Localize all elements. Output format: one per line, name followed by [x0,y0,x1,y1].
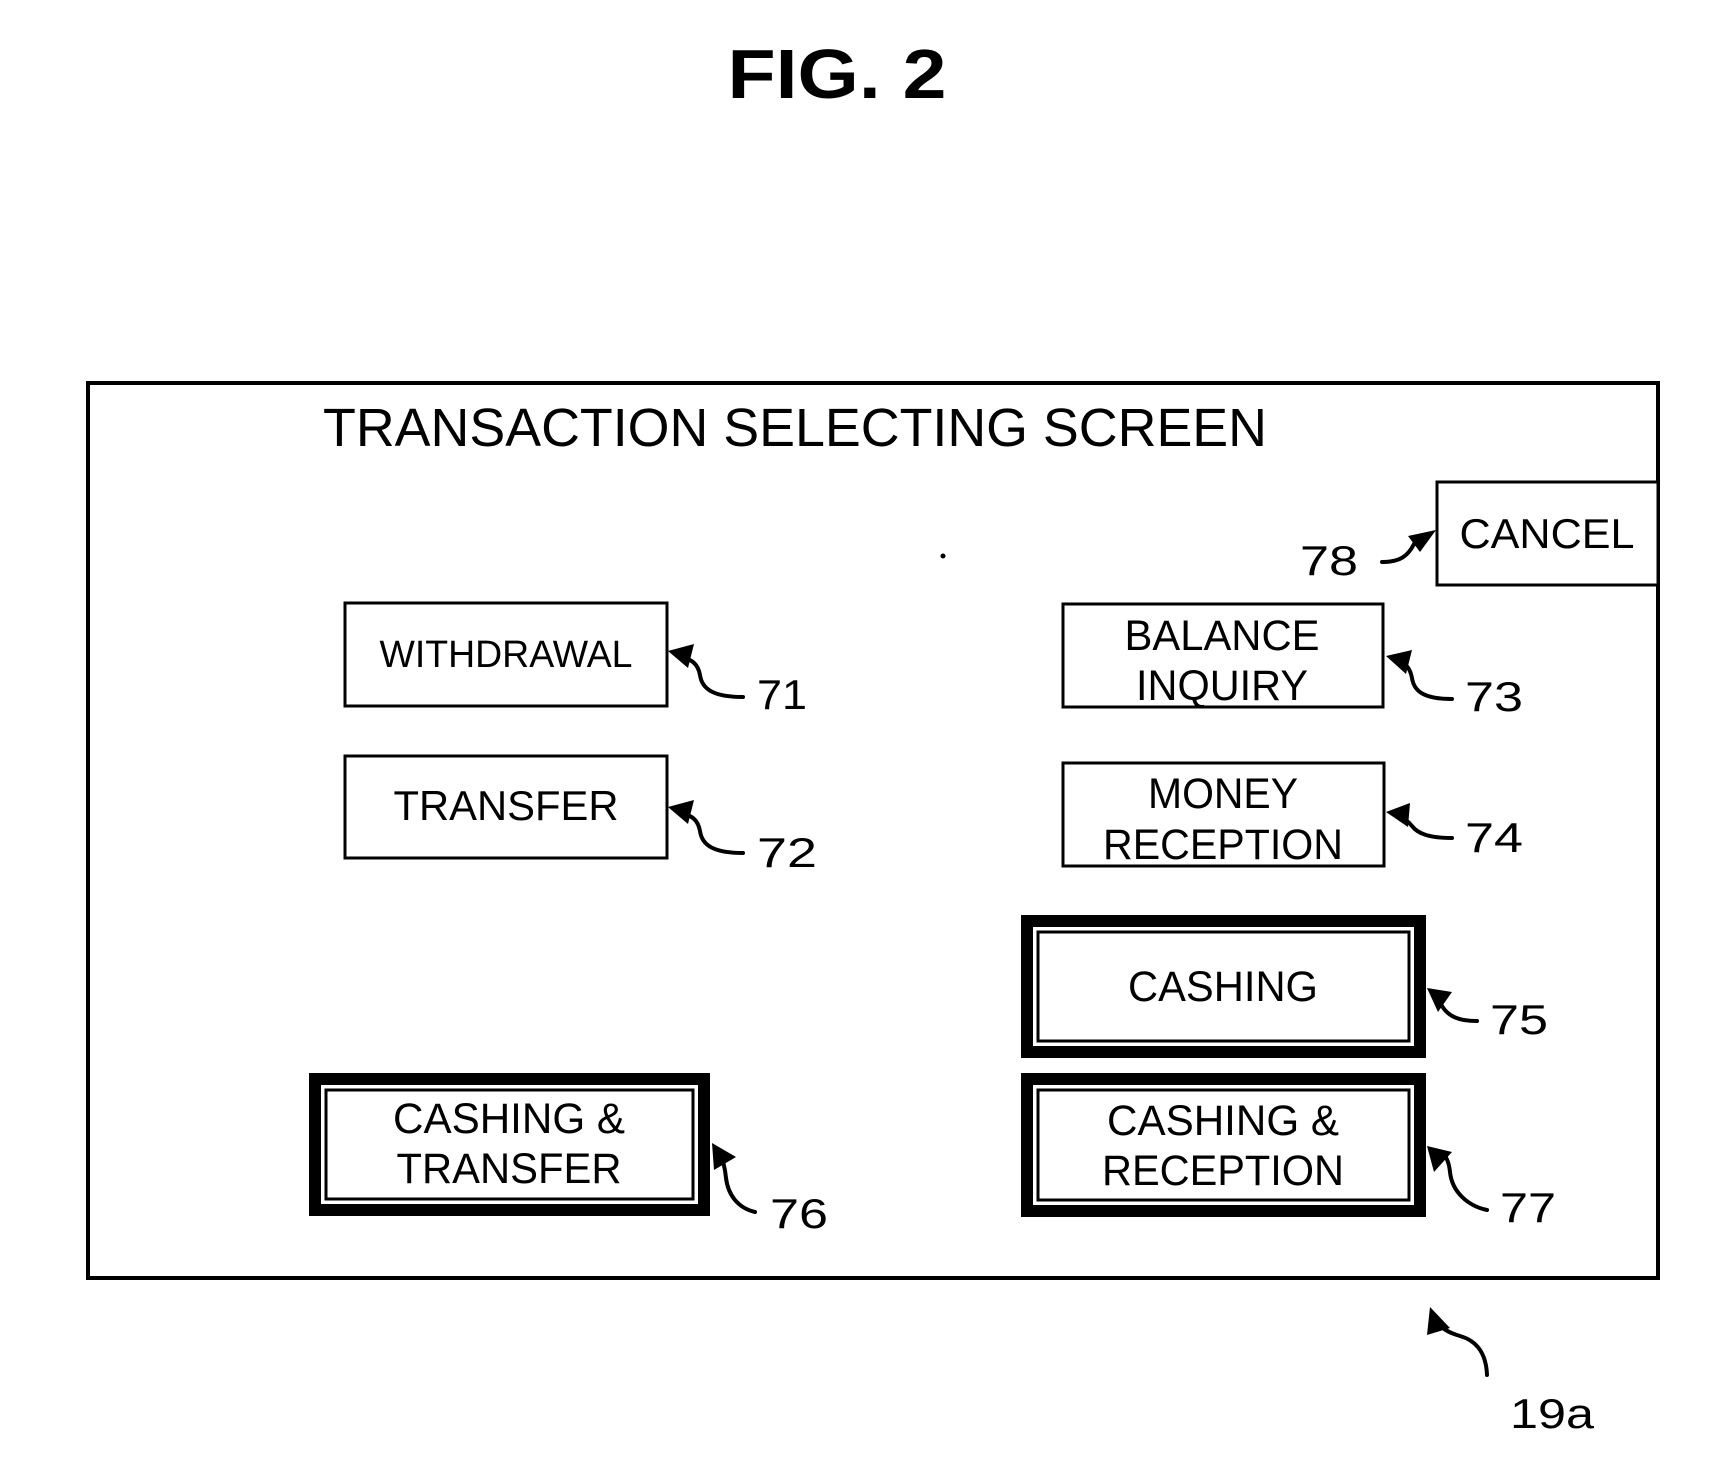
balance-inquiry-button-label-line1: BALANCE [1125,612,1320,660]
screen-title: TRANSACTION SELECTING SCREEN [323,398,1267,458]
ref-label-78: 78 [1300,537,1358,584]
ref-label-74: 74 [1465,814,1523,861]
ref-label-75: 75 [1490,996,1548,1043]
withdrawal-button-label: WITHDRAWAL [380,634,633,676]
callout-19a: 19a [1427,1307,1595,1437]
cancel-button[interactable]: CANCEL [1435,480,1660,587]
stray-dot [940,553,946,559]
screen-ref-label: 19a [1510,1390,1595,1437]
cancel-button-label: CANCEL [1460,510,1635,557]
transfer-button-label: TRANSFER [394,782,619,829]
cashing-button[interactable]: CASHING [1021,915,1426,1058]
cashing-and-reception-button-label-line1: CASHING & [1107,1097,1339,1145]
cashing-button-label: CASHING [1128,963,1318,1011]
cashing-and-transfer-button[interactable]: CASHING & TRANSFER [309,1073,710,1216]
figure-title: FIG. 2 [728,35,947,113]
withdrawal-button[interactable]: WITHDRAWAL [343,601,669,708]
leader-arrow-icon [1438,1323,1489,1377]
cashing-and-reception-button[interactable]: CASHING & RECEPTION [1021,1073,1426,1217]
balance-inquiry-button-label-line2: INQUIRY [1136,662,1308,710]
figure-canvas: FIG. 2 TRANSACTION SELECTING SCREEN CANC… [86,35,1660,1437]
ref-label-76: 76 [770,1190,828,1237]
cashing-and-reception-button-label-line2: RECEPTION [1102,1147,1344,1195]
ref-label-71: 71 [757,671,807,718]
balance-inquiry-button[interactable]: BALANCE INQUIRY [1061,602,1385,710]
ref-label-77: 77 [1500,1184,1556,1231]
transfer-button[interactable]: TRANSFER [343,754,669,860]
ref-label-73: 73 [1465,673,1523,720]
money-reception-button[interactable]: MONEY RECEPTION [1061,761,1386,869]
ref-label-72: 72 [757,829,817,876]
cashing-and-transfer-button-label-line2: TRANSFER [397,1145,622,1193]
cashing-and-transfer-button-label-line1: CASHING & [393,1095,625,1143]
money-reception-button-label-line1: MONEY [1148,770,1298,818]
money-reception-button-label-line2: RECEPTION [1103,821,1343,869]
